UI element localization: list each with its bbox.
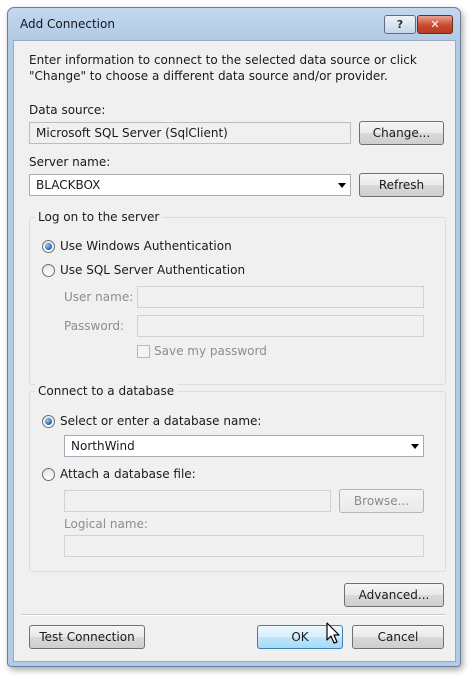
user-name-label: User name: — [64, 290, 134, 304]
sql-auth-label[interactable]: Use SQL Server Authentication — [60, 263, 245, 277]
server-name-label: Server name: — [29, 155, 111, 169]
password-label: Password: — [64, 319, 125, 333]
dialog-body: Enter information to connect to the sele… — [13, 40, 456, 662]
advanced-button[interactable]: Advanced... — [344, 583, 444, 607]
database-name-value: NorthWind — [71, 439, 135, 453]
password-input[interactable] — [137, 315, 424, 337]
sql-auth-radio[interactable] — [42, 264, 55, 277]
data-source-field: Microsoft SQL Server (SqlClient) — [29, 122, 351, 144]
save-password-label: Save my password — [154, 344, 267, 358]
database-name-combo[interactable]: NorthWind — [64, 435, 424, 457]
user-name-input[interactable] — [137, 286, 424, 308]
mouse-pointer-icon — [326, 622, 340, 644]
close-icon: ✕ — [430, 18, 440, 31]
browse-button[interactable]: Browse... — [339, 489, 424, 513]
cancel-button[interactable]: Cancel — [352, 625, 444, 649]
test-connection-button[interactable]: Test Connection — [29, 625, 145, 649]
chevron-down-icon[interactable] — [338, 183, 346, 188]
change-button[interactable]: Change... — [359, 121, 444, 145]
save-password-checkbox[interactable] — [137, 345, 150, 358]
logon-group-title: Log on to the server — [35, 210, 163, 224]
close-button[interactable]: ✕ — [417, 15, 453, 34]
chevron-down-icon[interactable] — [411, 444, 419, 449]
logical-name-input[interactable] — [64, 535, 424, 557]
database-group-title: Connect to a database — [35, 384, 178, 398]
refresh-button[interactable]: Refresh — [359, 173, 444, 197]
select-database-label[interactable]: Select or enter a database name: — [60, 414, 261, 428]
data-source-label: Data source: — [29, 103, 106, 117]
windows-auth-radio[interactable] — [42, 240, 55, 253]
select-database-radio[interactable] — [42, 415, 55, 428]
intro-text: Enter information to connect to the sele… — [29, 53, 417, 83]
logical-name-label: Logical name: — [64, 517, 148, 531]
windows-auth-label[interactable]: Use Windows Authentication — [60, 239, 232, 253]
attach-file-input[interactable] — [64, 490, 331, 512]
server-name-value: BLACKBOX — [36, 178, 101, 192]
help-icon: ? — [396, 18, 404, 31]
attach-file-label[interactable]: Attach a database file: — [60, 467, 196, 481]
add-connection-dialog: Add Connection ? ✕ Enter information to … — [7, 7, 461, 667]
server-name-combo[interactable]: BLACKBOX — [29, 174, 351, 196]
window-title: Add Connection — [20, 17, 115, 31]
separator — [22, 614, 446, 616]
attach-file-radio[interactable] — [42, 468, 55, 481]
help-button[interactable]: ? — [384, 15, 416, 34]
